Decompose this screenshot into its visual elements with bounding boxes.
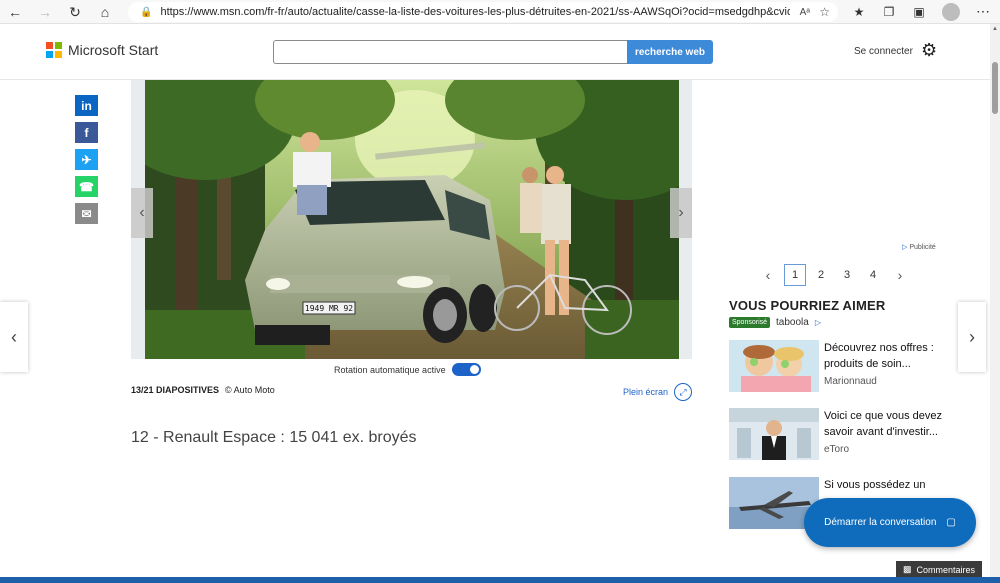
- rec-thumbnail[interactable]: [729, 408, 819, 460]
- forward-icon[interactable]: →: [36, 3, 54, 21]
- ad-label[interactable]: ▷ Publicité: [902, 243, 936, 251]
- favorites-icon[interactable]: ★: [851, 4, 867, 20]
- search-bar: recherche web: [273, 40, 713, 64]
- pager-next-icon[interactable]: ›: [892, 267, 908, 283]
- autorotate-control: Rotation automatique active: [334, 363, 481, 376]
- linkedin-icon[interactable]: in: [75, 95, 98, 116]
- os-taskbar: [0, 577, 1000, 583]
- screenshot-icon[interactable]: ▣: [911, 4, 927, 20]
- address-bar[interactable]: 🔒 https://www.msn.com/fr-fr/auto/actuali…: [128, 2, 838, 22]
- collections-icon[interactable]: ❐: [881, 4, 897, 20]
- search-input[interactable]: [273, 40, 627, 64]
- rec-title[interactable]: Si vous possédez un: [824, 477, 974, 493]
- comments-label: Commentaires: [916, 564, 976, 575]
- url-text[interactable]: https://www.msn.com/fr-fr/auto/actualite…: [160, 6, 790, 18]
- chat-icon: ▢: [946, 517, 956, 528]
- logo-text: Microsoft Start: [68, 42, 159, 58]
- autorotate-label: Rotation automatique active: [334, 364, 446, 375]
- scrollbar-thumb[interactable]: [992, 62, 998, 114]
- slide-photo: 1949 MR 92: [145, 80, 679, 359]
- photo-credit: © Auto Moto: [225, 385, 275, 395]
- profile-avatar[interactable]: [942, 3, 960, 21]
- email-icon[interactable]: ✉: [75, 203, 98, 224]
- slideshow: 1949 MR 92 ‹ ›: [131, 80, 692, 359]
- fullscreen-button[interactable]: Plein écran ⤢: [623, 383, 693, 401]
- rec-title[interactable]: Voici ce que vous devez savoir avant d'i…: [824, 408, 974, 440]
- web-search-button[interactable]: recherche web: [627, 40, 713, 64]
- slide-counter: 13/21 DIAPOSITIVES © Auto Moto: [131, 385, 275, 395]
- rec-source: eToro: [824, 444, 850, 455]
- signin-link[interactable]: Se connecter: [854, 46, 913, 57]
- recommendations-title: VOUS POURRIEZ AIMER: [729, 298, 886, 313]
- read-aloud-icon[interactable]: Aᵃ: [800, 7, 810, 18]
- lock-icon: 🔒: [140, 6, 153, 18]
- pager-prev-icon[interactable]: ‹: [760, 267, 776, 283]
- prev-article-button[interactable]: ‹: [0, 302, 28, 372]
- home-icon[interactable]: ⌂: [96, 3, 114, 21]
- list-item[interactable]: Voici ce que vous devez savoir avant d'i…: [729, 408, 979, 464]
- rec-title[interactable]: Découvrez nos offres : produits de soin.…: [824, 340, 974, 372]
- rec-thumbnail[interactable]: [729, 340, 819, 392]
- slide-prev-button[interactable]: ‹: [131, 188, 153, 238]
- pager-page-3[interactable]: 3: [836, 264, 858, 286]
- pager-page-2[interactable]: 2: [810, 264, 832, 286]
- pager-page-1[interactable]: 1: [784, 264, 806, 286]
- favorite-star-icon[interactable]: ☆: [819, 5, 830, 19]
- comment-icon: ▩: [902, 564, 912, 574]
- sponsored-badge: Sponsorisé: [729, 317, 771, 328]
- facebook-icon[interactable]: f: [75, 122, 98, 143]
- comments-button[interactable]: ▩ Commentaires: [896, 561, 982, 578]
- chat-button-label: Démarrer la conversation: [824, 517, 937, 528]
- twitter-icon[interactable]: ✈: [75, 149, 98, 170]
- adchoices-icon[interactable]: ▷: [815, 318, 821, 327]
- rec-source: Marionnaud: [824, 376, 877, 387]
- fullscreen-label: Plein écran: [623, 387, 669, 397]
- page-scrollbar[interactable]: ▲: [990, 24, 1000, 577]
- refresh-icon[interactable]: ↻: [66, 3, 84, 21]
- more-icon[interactable]: ⋯: [976, 3, 991, 20]
- slide-count: 13/21 DIAPOSITIVES: [131, 385, 220, 395]
- gear-icon[interactable]: ⚙: [921, 40, 937, 61]
- whatsapp-icon[interactable]: ☎: [75, 176, 98, 197]
- expand-icon: ⤢: [674, 383, 693, 401]
- sponsor-line: Sponsorisé taboola ▷: [729, 317, 821, 328]
- plate-text: 1949 MR 92: [305, 304, 353, 313]
- browser-toolbar: ← → ↻ ⌂ 🔒 https://www.msn.com/fr-fr/auto…: [0, 0, 1000, 24]
- adchoices-icon: ▷: [902, 244, 908, 251]
- start-conversation-button[interactable]: Démarrer la conversation ▢: [804, 498, 976, 547]
- pager-pages: 1234: [782, 264, 886, 286]
- autorotate-toggle[interactable]: [451, 363, 481, 376]
- page: ← → ↻ ⌂ 🔒 https://www.msn.com/fr-fr/auto…: [0, 0, 1000, 583]
- slide-caption: 12 - Renault Espace : 15 041 ex. broyés: [131, 429, 417, 446]
- scroll-up-icon[interactable]: ▲: [992, 26, 998, 32]
- list-item[interactable]: Découvrez nos offres : produits de soin.…: [729, 340, 979, 396]
- pager-page-4[interactable]: 4: [862, 264, 884, 286]
- site-header: Microsoft Start recherche web Se connect…: [0, 24, 990, 80]
- back-icon[interactable]: ←: [6, 3, 24, 21]
- ad-label-text: Publicité: [909, 244, 936, 251]
- microsoft-start-logo[interactable]: Microsoft Start: [46, 42, 158, 58]
- slide-next-button[interactable]: ›: [670, 188, 692, 238]
- microsoft-logo-icon: [46, 42, 62, 58]
- rail-pager: ‹ 1234 ›: [760, 264, 908, 286]
- taboola-brand[interactable]: taboola: [776, 317, 809, 328]
